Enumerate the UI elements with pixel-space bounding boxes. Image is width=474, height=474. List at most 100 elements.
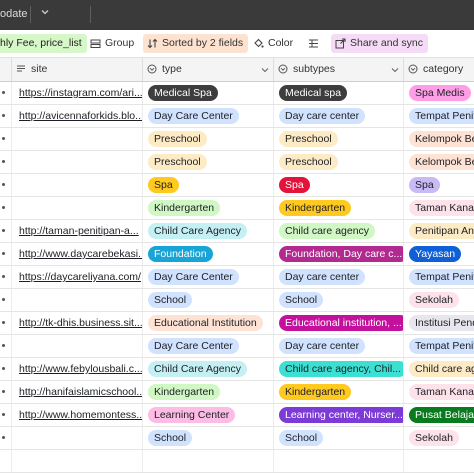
- category-cell[interactable]: [404, 450, 474, 472]
- update-label[interactable]: odate: [0, 8, 28, 20]
- category-cell[interactable]: Pusat Belajar: [404, 404, 474, 426]
- row-handle[interactable]: [0, 82, 12, 104]
- subtypes-cell[interactable]: Preschool: [274, 128, 404, 150]
- table-row[interactable]: Day Care Center Day care center Tempat Pen…: [0, 335, 474, 358]
- type-cell[interactable]: Day Care Center: [143, 335, 274, 357]
- column-header-category[interactable]: category: [404, 58, 474, 81]
- table-row[interactable]: http://tk-dhis.business.sit... Educationa…: [0, 312, 474, 335]
- row-handle[interactable]: [0, 289, 12, 311]
- category-cell[interactable]: Spa Medis: [404, 82, 474, 104]
- table-row[interactable]: http://www.febylousbali.c... Child Care A…: [0, 358, 474, 381]
- site-cell[interactable]: http://www.homemontess...: [12, 404, 143, 426]
- subtypes-cell[interactable]: Day care center: [274, 335, 404, 357]
- row-handle[interactable]: [0, 174, 12, 196]
- type-cell[interactable]: School: [143, 289, 274, 311]
- type-cell[interactable]: Day Care Center: [143, 266, 274, 288]
- category-cell[interactable]: Yayasan: [404, 243, 474, 265]
- subtypes-cell[interactable]: Foundation, Day care c...: [274, 243, 404, 265]
- type-cell[interactable]: Preschool: [143, 151, 274, 173]
- type-cell[interactable]: Medical Spa: [143, 82, 274, 104]
- table-row[interactable]: http://hanifaislamicschool.... Kindergart…: [0, 381, 474, 404]
- type-cell[interactable]: Spa: [143, 174, 274, 196]
- subtypes-cell[interactable]: Day care center: [274, 266, 404, 288]
- site-cell[interactable]: [12, 174, 143, 196]
- category-cell[interactable]: Tempat Peniti: [404, 266, 474, 288]
- table-row[interactable]: Preschool Preschool Kelompok Ber: [0, 128, 474, 151]
- column-header-type[interactable]: type: [143, 58, 274, 81]
- site-link[interactable]: http://www.febylousbali.c...: [12, 358, 142, 380]
- site-cell[interactable]: http://hanifaislamicschool....: [12, 381, 143, 403]
- row-handle[interactable]: [0, 335, 12, 357]
- row-handle[interactable]: [0, 312, 12, 334]
- subtypes-cell[interactable]: Kindergarten: [274, 381, 404, 403]
- site-cell[interactable]: [12, 197, 143, 219]
- site-cell[interactable]: [12, 450, 143, 472]
- sort-button[interactable]: Sorted by 2 fields: [143, 34, 249, 53]
- type-cell[interactable]: School: [143, 427, 274, 449]
- site-cell[interactable]: [12, 289, 143, 311]
- row-handle[interactable]: [0, 358, 12, 380]
- category-cell[interactable]: Sekolah: [404, 427, 474, 449]
- row-height-button[interactable]: [304, 34, 323, 53]
- site-cell[interactable]: https://daycareliyana.com/: [12, 266, 143, 288]
- category-cell[interactable]: Tempat Peniti: [404, 105, 474, 127]
- subtypes-cell[interactable]: Child care agency, Chil...: [274, 358, 404, 380]
- row-handle[interactable]: [0, 151, 12, 173]
- site-link[interactable]: http://tk-dhis.business.sit...: [12, 312, 142, 334]
- category-cell[interactable]: Taman Kanak-: [404, 381, 474, 403]
- row-handle[interactable]: [0, 266, 12, 288]
- row-handle[interactable]: [0, 105, 12, 127]
- category-cell[interactable]: Tempat Peniti: [404, 335, 474, 357]
- site-link[interactable]: http://taman-penitipan-a...: [12, 220, 142, 242]
- type-cell[interactable]: [143, 450, 274, 472]
- hidden-fields-button[interactable]: hly Fee, price_list: [0, 34, 87, 53]
- category-cell[interactable]: Sekolah: [404, 289, 474, 311]
- table-row[interactable]: Spa Spa Spa: [0, 174, 474, 197]
- column-header-site[interactable]: site: [12, 58, 143, 81]
- type-cell[interactable]: Foundation: [143, 243, 274, 265]
- site-cell[interactable]: http://www.febylousbali.c...: [12, 358, 143, 380]
- share-and-sync-button[interactable]: Share and sync: [331, 34, 428, 53]
- chevron-down-icon[interactable]: [40, 7, 50, 17]
- category-cell[interactable]: Kelompok Ber: [404, 151, 474, 173]
- row-handle[interactable]: [0, 128, 12, 150]
- subtypes-cell[interactable]: School: [274, 427, 404, 449]
- table-row[interactable]: http://www.homemontess... Learning Center…: [0, 404, 474, 427]
- site-cell[interactable]: [12, 427, 143, 449]
- table-row[interactable]: School School Sekolah: [0, 427, 474, 450]
- category-cell[interactable]: Penitipan Ana: [404, 220, 474, 242]
- subtypes-cell[interactable]: School: [274, 289, 404, 311]
- color-button[interactable]: Color: [250, 34, 298, 53]
- row-handle[interactable]: [0, 450, 12, 472]
- type-cell[interactable]: Kindergarten: [143, 197, 274, 219]
- site-cell[interactable]: http://www.daycarebekasi...: [12, 243, 143, 265]
- table-row[interactable]: http://www.daycarebekasi... Foundation Fou…: [0, 243, 474, 266]
- site-cell[interactable]: http://taman-penitipan-a...: [12, 220, 143, 242]
- row-handle[interactable]: [0, 381, 12, 403]
- type-cell[interactable]: Learning Center: [143, 404, 274, 426]
- table-row[interactable]: School School Sekolah: [0, 289, 474, 312]
- row-handle[interactable]: [0, 404, 12, 426]
- site-cell[interactable]: https://instagram.com/ari...: [12, 82, 143, 104]
- category-cell[interactable]: Taman Kanak-: [404, 197, 474, 219]
- subtypes-cell[interactable]: Learning center, Nurser...: [274, 404, 404, 426]
- type-cell[interactable]: Educational Institution: [143, 312, 274, 334]
- subtypes-cell[interactable]: Child care agency: [274, 220, 404, 242]
- type-cell[interactable]: Day Care Center: [143, 105, 274, 127]
- group-button[interactable]: Group: [86, 34, 139, 53]
- subtypes-cell[interactable]: Medical spa: [274, 82, 404, 104]
- table-row[interactable]: Kindergarten Kindergarten Taman Kanak-: [0, 197, 474, 220]
- site-cell[interactable]: [12, 335, 143, 357]
- category-cell[interactable]: Kelompok Ber: [404, 128, 474, 150]
- table-row[interactable]: http://taman-penitipan-a... Child Care Ag…: [0, 220, 474, 243]
- type-cell[interactable]: Child Care Agency: [143, 358, 274, 380]
- table-row[interactable]: Preschool Preschool Kelompok Ber: [0, 151, 474, 174]
- site-cell[interactable]: [12, 128, 143, 150]
- site-link[interactable]: https://instagram.com/ari...: [12, 82, 142, 104]
- subtypes-cell[interactable]: Preschool: [274, 151, 404, 173]
- table-row[interactable]: [0, 450, 474, 473]
- subtypes-cell[interactable]: Spa: [274, 174, 404, 196]
- category-cell[interactable]: Child care age: [404, 358, 474, 380]
- site-link[interactable]: http://www.daycarebekasi...: [12, 243, 142, 265]
- table-row[interactable]: http://avicennaforkids.blo... Day Care Ce…: [0, 105, 474, 128]
